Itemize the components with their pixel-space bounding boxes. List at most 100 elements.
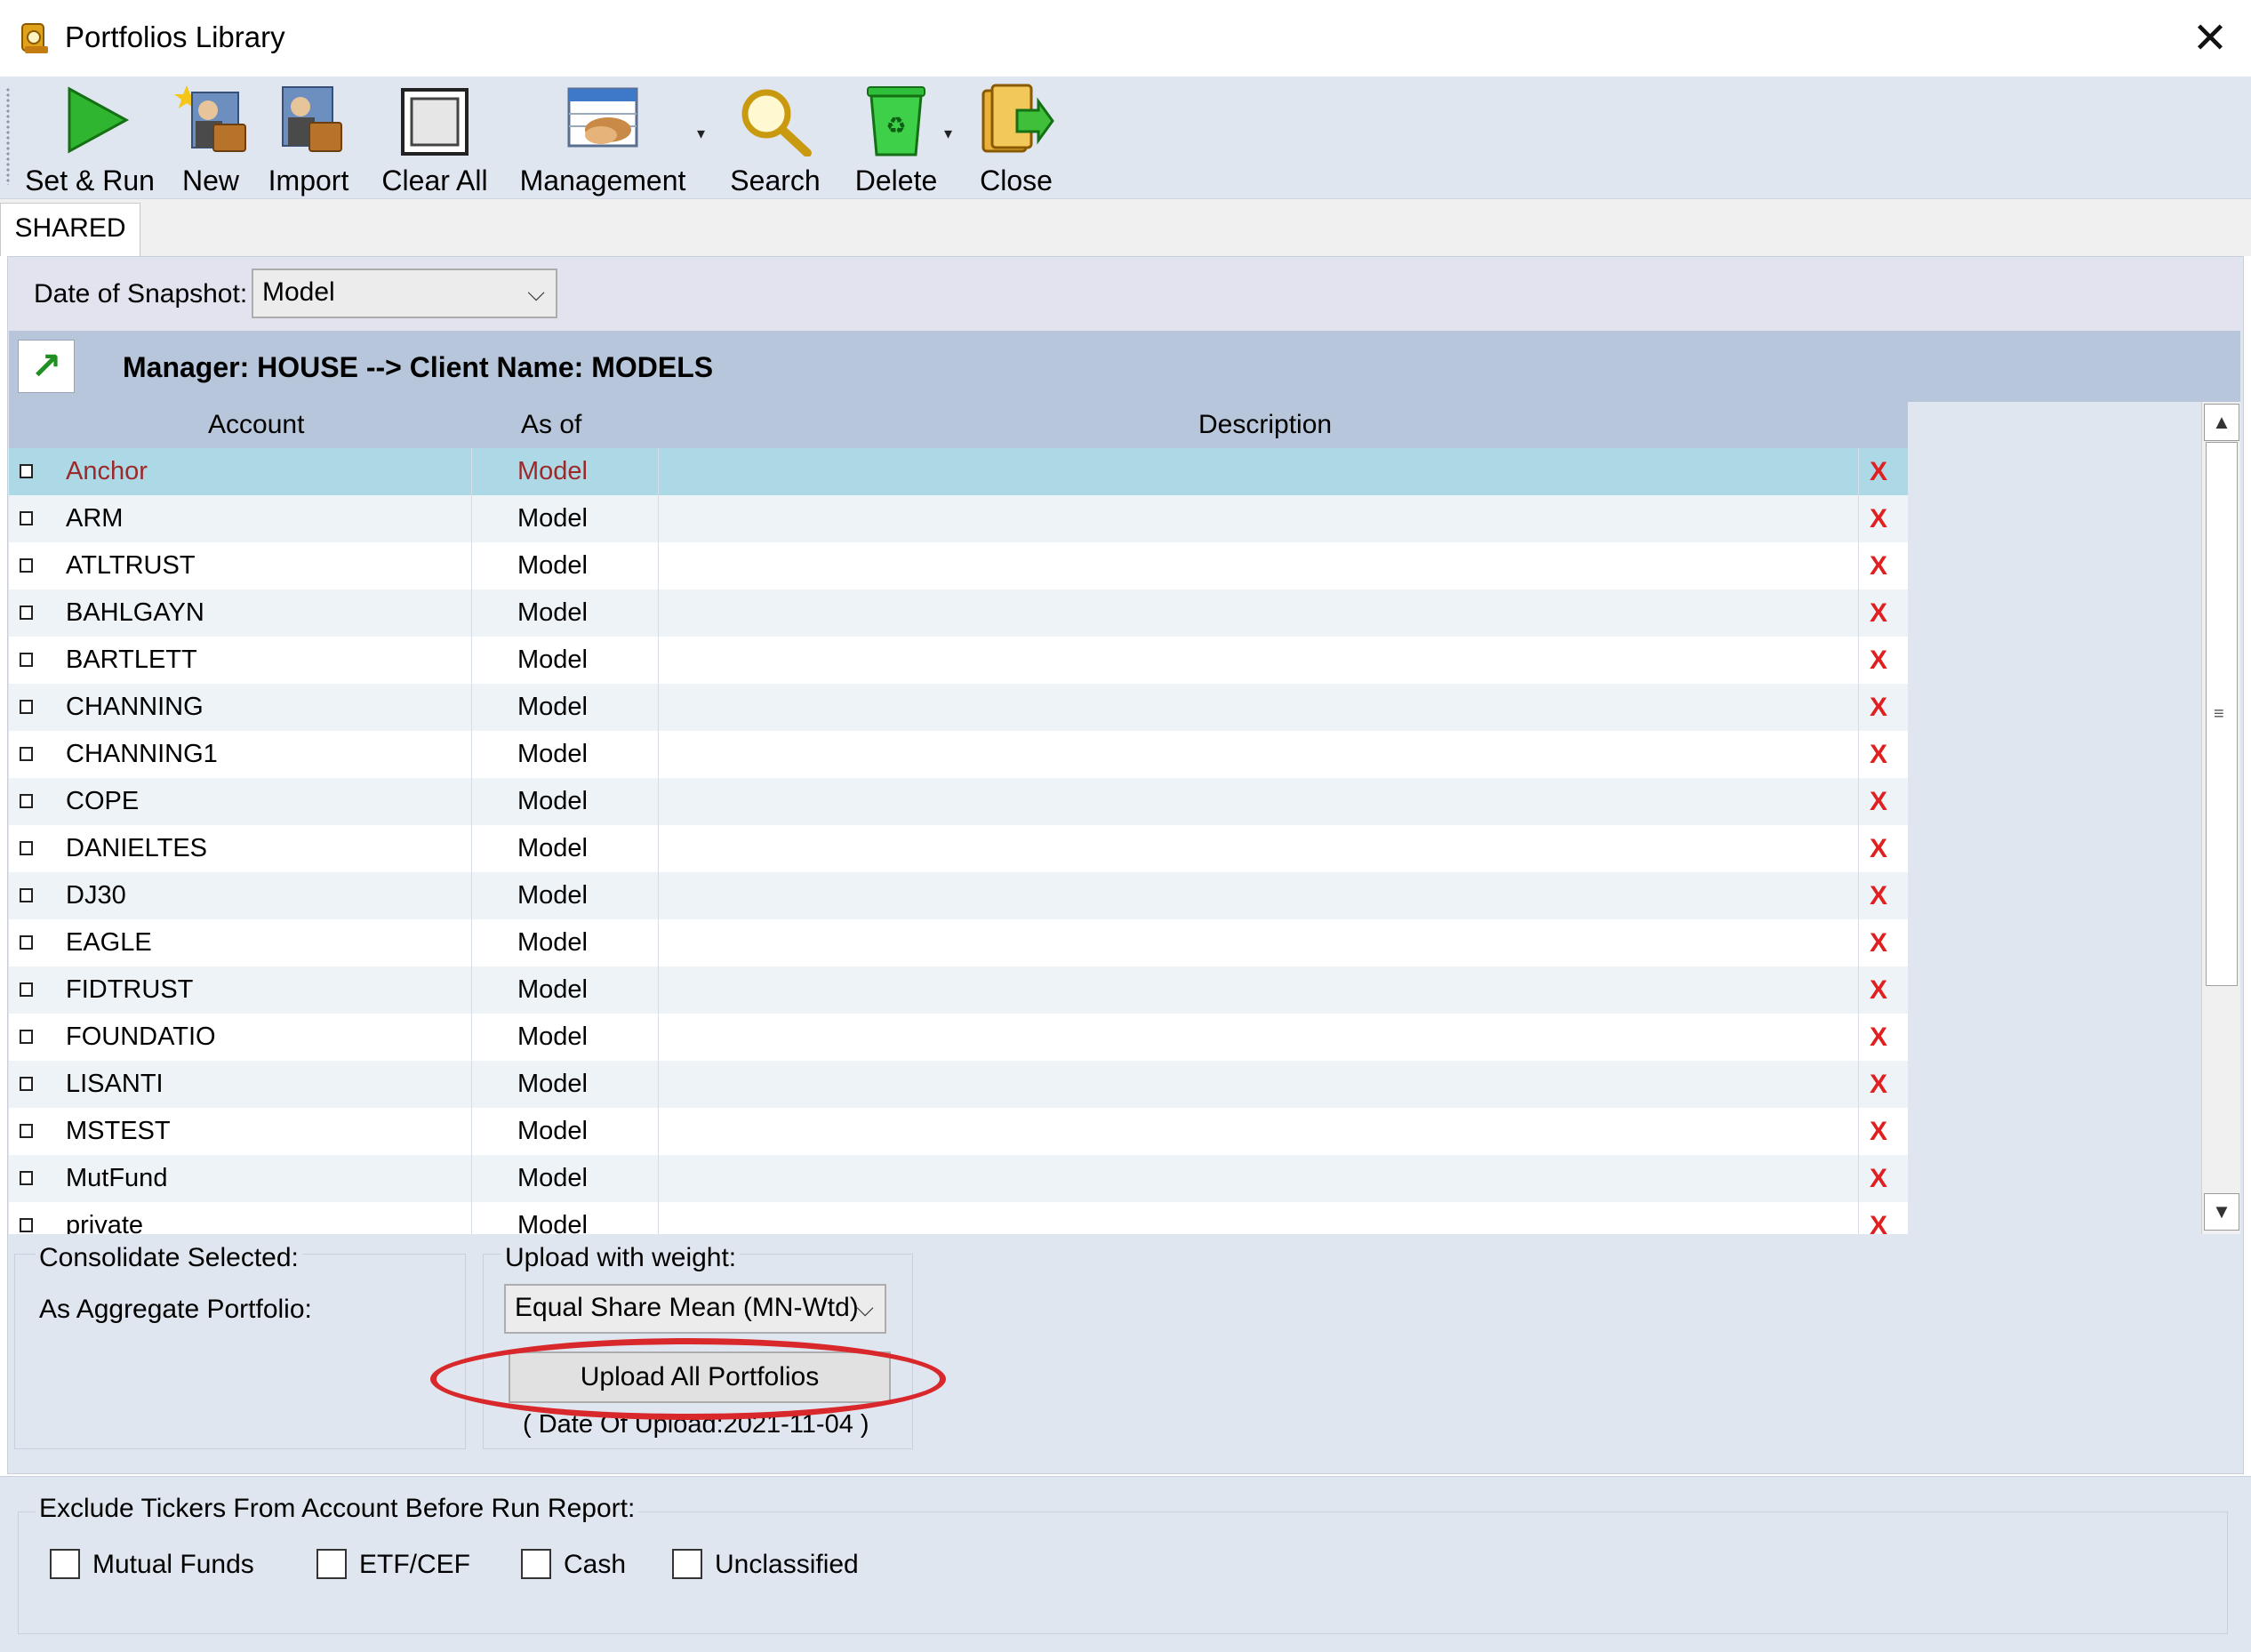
search-button[interactable]: Search [722,82,829,197]
table-row[interactable]: Anchor Model X [9,448,1908,500]
checkbox-box[interactable] [316,1549,347,1579]
account-cell[interactable]: Anchor [66,448,148,495]
scroll-up-icon[interactable]: ▲ [2204,404,2239,441]
as-of-cell[interactable]: Model [517,448,588,495]
row-checkbox[interactable] [20,982,33,997]
row-checkbox[interactable] [20,653,33,667]
table-row[interactable]: CHANNING Model X [9,684,1908,731]
account-cell[interactable]: FIDTRUST [66,966,193,1014]
as-of-cell[interactable]: Model [517,495,588,542]
as-of-cell[interactable]: Model [517,1155,588,1202]
as-of-cell[interactable]: Model [517,778,588,825]
as-of-cell[interactable]: Model [517,1014,588,1061]
row-checkbox[interactable] [20,1077,33,1091]
delete-dropdown-arrow-icon[interactable]: ▾ [944,124,952,143]
vertical-scrollbar[interactable]: ▲ ≡ ▼ [2201,402,2240,1234]
account-cell[interactable]: DJ30 [66,872,126,919]
delete-row-icon[interactable]: X [1870,684,1887,731]
account-cell[interactable]: FOUNDATIO [66,1014,216,1061]
column-header-as-of[interactable]: As of [521,402,581,448]
table-row[interactable]: ARM Model X [9,495,1908,542]
row-checkbox[interactable] [20,1171,33,1185]
table-row[interactable]: BARTLETT Model X [9,637,1908,684]
account-cell[interactable]: LISANTI [66,1061,164,1108]
checkbox-box[interactable] [50,1549,80,1579]
delete-row-icon[interactable]: X [1870,919,1887,966]
as-of-cell[interactable]: Model [517,966,588,1014]
account-cell[interactable]: DANIELTES [66,825,207,872]
row-checkbox[interactable] [20,700,33,714]
delete-row-icon[interactable]: X [1870,966,1887,1014]
table-row[interactable]: FOUNDATIO Model X [9,1014,1908,1061]
row-checkbox[interactable] [20,1218,33,1232]
table-row[interactable]: BAHLGAYN Model X [9,589,1908,637]
column-header-description[interactable]: Description [1198,402,1332,448]
as-of-cell[interactable]: Model [517,542,588,589]
delete-row-icon[interactable]: X [1870,542,1887,589]
delete-row-icon[interactable]: X [1870,1155,1887,1202]
account-cell[interactable]: BARTLETT [66,637,197,684]
table-row[interactable]: private Model X [9,1202,1908,1234]
row-checkbox[interactable] [20,464,33,478]
table-row[interactable]: FIDTRUST Model X [9,966,1908,1014]
table-row[interactable]: CHANNING1 Model X [9,731,1908,778]
delete-row-icon[interactable]: X [1870,825,1887,872]
table-row[interactable]: MutFund Model X [9,1155,1908,1202]
clear-all-button[interactable]: Clear All [377,82,493,197]
delete-row-icon[interactable]: X [1870,1014,1887,1061]
scroll-thumb[interactable]: ≡ [2206,442,2238,986]
account-cell[interactable]: MutFund [66,1155,167,1202]
delete-row-icon[interactable]: X [1870,872,1887,919]
delete-button[interactable]: ♻ Delete [841,82,951,197]
close-window-icon[interactable]: ✕ [2187,16,2233,62]
row-checkbox[interactable] [20,888,33,902]
delete-row-icon[interactable]: X [1870,1061,1887,1108]
table-row[interactable]: DANIELTES Model X [9,825,1908,872]
delete-row-icon[interactable]: X [1870,495,1887,542]
toolbar-grip[interactable] [5,87,11,185]
up-level-button[interactable]: ↗ [18,340,75,393]
delete-row-icon[interactable]: X [1870,637,1887,684]
as-of-cell[interactable]: Model [517,825,588,872]
row-checkbox[interactable] [20,794,33,808]
row-checkbox[interactable] [20,935,33,950]
table-row[interactable]: MSTEST Model X [9,1108,1908,1155]
as-of-cell[interactable]: Model [517,684,588,731]
as-of-cell[interactable]: Model [517,637,588,684]
account-cell[interactable]: ARM [66,495,123,542]
weight-select[interactable]: Equal Share Mean (MN-Wtd) ⌵ [504,1284,886,1334]
account-cell[interactable]: CHANNING1 [66,731,218,778]
table-row[interactable]: EAGLE Model X [9,919,1908,966]
import-button[interactable]: Import [258,82,359,197]
row-checkbox[interactable] [20,558,33,573]
account-cell[interactable]: CHANNING [66,684,204,731]
as-of-cell[interactable]: Model [517,919,588,966]
account-cell[interactable]: MSTEST [66,1108,171,1155]
delete-row-icon[interactable]: X [1870,1108,1887,1155]
as-of-cell[interactable]: Model [517,1108,588,1155]
table-row[interactable]: DJ30 Model X [9,872,1908,919]
row-checkbox[interactable] [20,841,33,855]
as-of-cell[interactable]: Model [517,1061,588,1108]
account-cell[interactable]: EAGLE [66,919,152,966]
delete-row-icon[interactable]: X [1870,589,1887,637]
table-row[interactable]: COPE Model X [9,778,1908,825]
close-button[interactable]: Close [965,82,1067,197]
delete-row-icon[interactable]: X [1870,448,1887,495]
account-cell[interactable]: BAHLGAYN [66,589,204,637]
delete-row-icon[interactable]: X [1870,778,1887,825]
row-checkbox[interactable] [20,605,33,620]
delete-row-icon[interactable]: X [1870,731,1887,778]
account-cell[interactable]: private [66,1202,143,1234]
new-portfolio-button[interactable]: New [171,82,251,197]
management-button[interactable]: Management [514,82,692,197]
as-of-cell[interactable]: Model [517,589,588,637]
row-checkbox[interactable] [20,1124,33,1138]
table-row[interactable]: LISANTI Model X [9,1061,1908,1108]
account-cell[interactable]: ATLTRUST [66,542,196,589]
checkbox-box[interactable] [672,1549,702,1579]
row-checkbox[interactable] [20,511,33,525]
scroll-down-icon[interactable]: ▼ [2204,1193,2239,1231]
row-checkbox[interactable] [20,1030,33,1044]
column-header-account[interactable]: Account [208,402,304,448]
